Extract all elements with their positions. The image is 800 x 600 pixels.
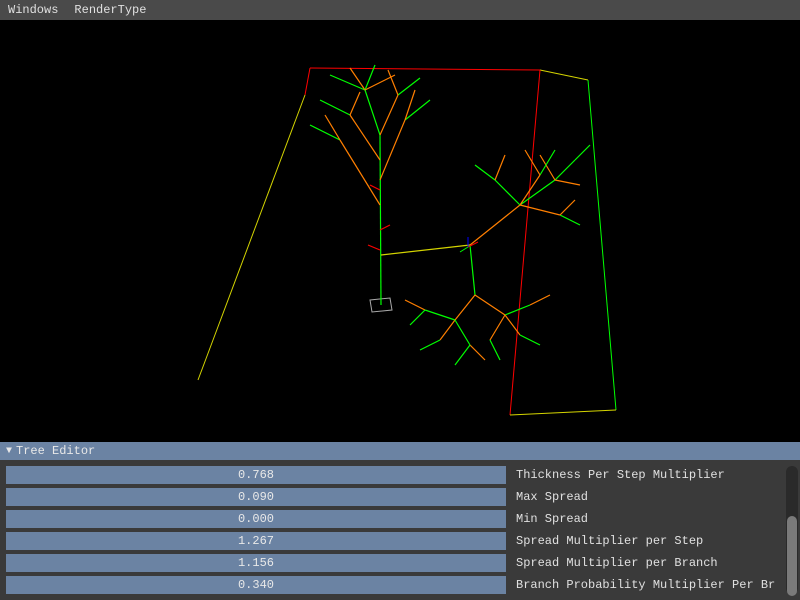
slider-spread-mult-step[interactable]: 1.267 [6, 532, 506, 550]
menubar: Windows RenderType [0, 0, 800, 20]
slider-spread-mult-branch[interactable]: 1.156 [6, 554, 506, 572]
scrollbar-thumb[interactable] [787, 516, 797, 596]
panel-scrollbar[interactable] [786, 466, 798, 594]
panel-title: Tree Editor [16, 444, 95, 458]
param-row: 0.090 Max Spread [6, 488, 794, 506]
param-row: 0.768 Thickness Per Step Multiplier [6, 466, 794, 484]
slider-value: 1.267 [238, 534, 274, 548]
param-label: Min Spread [516, 512, 588, 526]
param-label: Spread Multiplier per Step [516, 534, 703, 548]
collapse-triangle-icon: ▼ [6, 446, 12, 457]
slider-branch-prob-mult[interactable]: 0.340 [6, 576, 506, 594]
tree-scene [0, 20, 800, 442]
param-row: 1.267 Spread Multiplier per Step [6, 532, 794, 550]
param-row: 0.340 Branch Probability Multiplier Per … [6, 576, 794, 594]
slider-value: 0.768 [238, 468, 274, 482]
param-label: Spread Multiplier per Branch [516, 556, 718, 570]
app-root: Windows RenderType [0, 0, 800, 600]
viewport-3d[interactable] [0, 20, 800, 442]
menu-rendertype[interactable]: RenderType [74, 3, 146, 17]
param-row: 1.156 Spread Multiplier per Branch [6, 554, 794, 572]
slider-value: 0.340 [238, 578, 274, 592]
param-label: Thickness Per Step Multiplier [516, 468, 725, 482]
slider-min-spread[interactable]: 0.000 [6, 510, 506, 528]
slider-value: 1.156 [238, 556, 274, 570]
slider-max-spread[interactable]: 0.090 [6, 488, 506, 506]
slider-value: 0.000 [238, 512, 274, 526]
panel-header[interactable]: ▼ Tree Editor [0, 442, 800, 460]
tree-editor-panel: ▼ Tree Editor 0.768 Thickness Per Step M… [0, 442, 800, 600]
param-label: Max Spread [516, 490, 588, 504]
panel-body: 0.768 Thickness Per Step Multiplier 0.09… [0, 460, 800, 600]
slider-thickness-per-step[interactable]: 0.768 [6, 466, 506, 484]
menu-windows[interactable]: Windows [8, 3, 58, 17]
param-row: 0.000 Min Spread [6, 510, 794, 528]
param-label: Branch Probability Multiplier Per Br [516, 578, 775, 592]
slider-value: 0.090 [238, 490, 274, 504]
